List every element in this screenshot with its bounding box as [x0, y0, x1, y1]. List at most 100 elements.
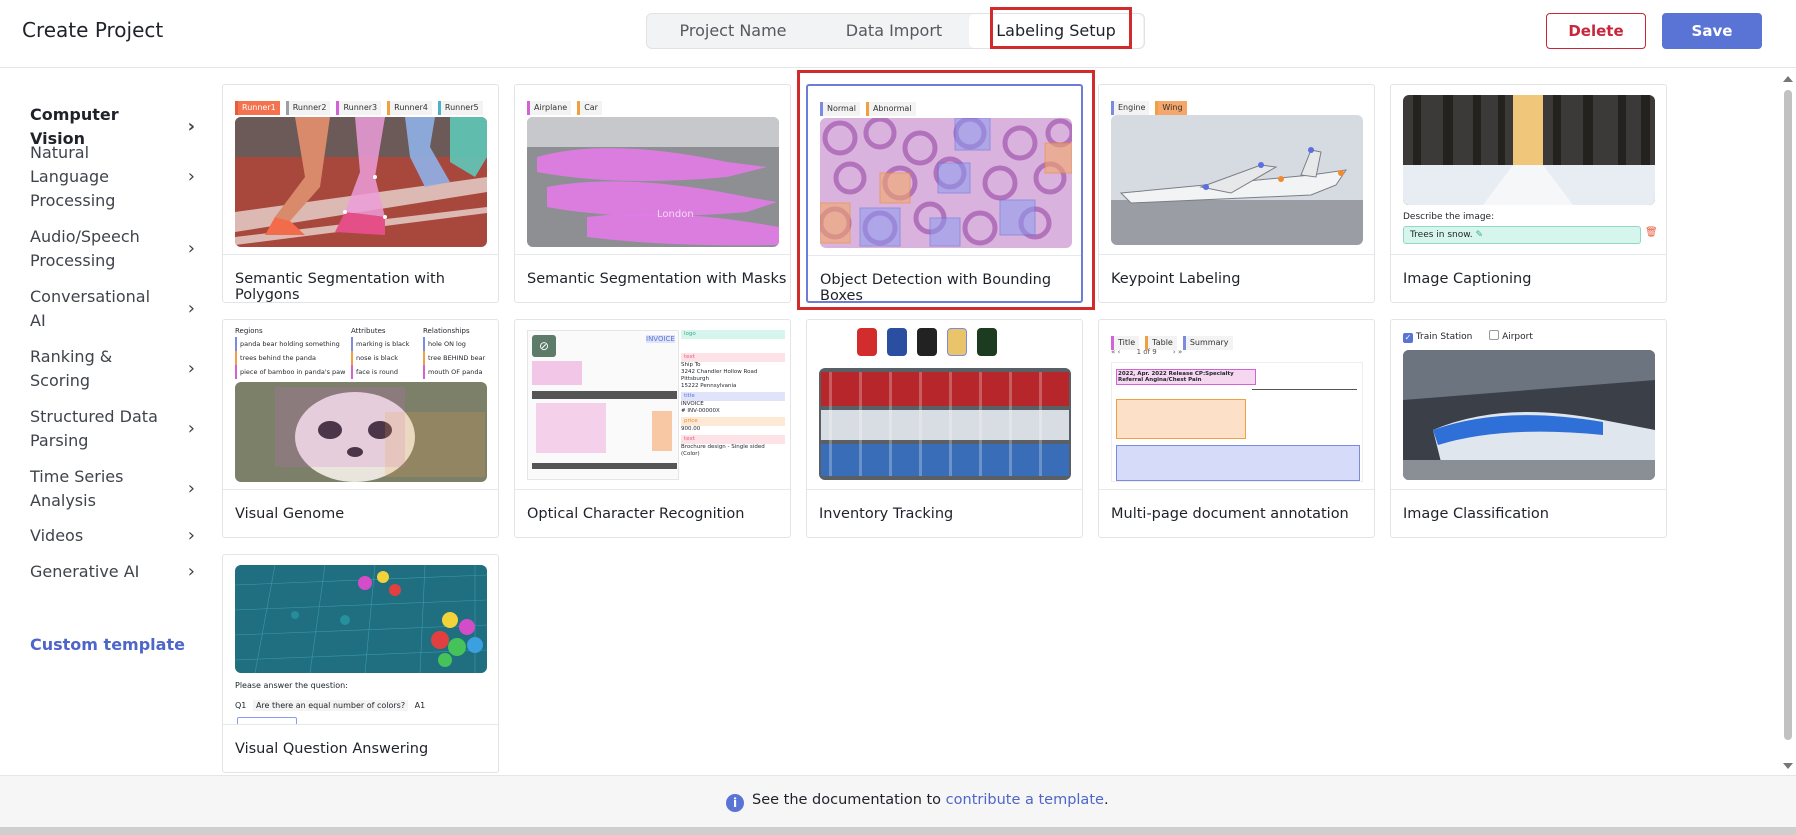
field-tag: text	[681, 435, 785, 444]
tab-labeling-setup[interactable]: Labeling Setup	[969, 14, 1143, 48]
header: Create Project Project Name Data Import …	[0, 0, 1796, 68]
pager[interactable]: « ‹ 1 of 9 › »	[1111, 348, 1182, 356]
caption-text: Trees in snow.	[1410, 230, 1473, 240]
field-tag: price	[681, 417, 785, 426]
page-title: Create Project	[22, 18, 164, 42]
scroll-up-icon[interactable]	[1783, 76, 1793, 82]
vqa-prompt: Please answer the question:	[235, 681, 348, 690]
invoice-image: ⊘ INVOICE	[527, 330, 679, 480]
card-preview: Describe the image: Trees in snow. ✎ 🗑	[1391, 85, 1666, 255]
tab-data-import[interactable]: Data Import	[819, 14, 969, 48]
genome-col-attributes: Attributes	[351, 327, 386, 335]
card-preview: Please answer the question: Q1 Are there…	[223, 555, 498, 725]
sidebar-item-ranking[interactable]: Ranking & Scoring ›	[30, 345, 195, 393]
label-chip: Runner4	[387, 101, 432, 115]
list-item: # INV-00000X	[681, 408, 720, 414]
template-card-keypoint[interactable]: Engine Wing Keypoint Labeling	[1098, 84, 1375, 303]
doc-title: 2022, Apr. 2022 Release CP:Specialty Ref…	[1116, 369, 1256, 385]
prev-page-icon[interactable]: ‹	[1118, 348, 1121, 356]
template-card-polygons[interactable]: Runner1 Runner2 Runner3 Runner4 Runner5 Sema…	[222, 84, 499, 303]
chevron-right-icon: ›	[187, 238, 195, 259]
footer-text: See the documentation to	[752, 792, 946, 808]
chevron-right-icon: ›	[187, 418, 195, 439]
list-item: hole ON log	[423, 337, 485, 351]
template-card-inventory[interactable]: Inventory Tracking	[806, 319, 1083, 538]
card-title: Visual Question Answering	[235, 741, 429, 757]
list-item: Ship To	[681, 362, 701, 368]
answer-input[interactable]	[237, 716, 297, 724]
sidebar-item-label: Audio/Speech Processing	[30, 227, 140, 270]
genome-col-regions: Regions	[235, 327, 263, 335]
contribute-template-link[interactable]: contribute a template	[946, 792, 1104, 808]
chevron-right-icon: ›	[187, 166, 195, 187]
card-title: Optical Character Recognition	[527, 506, 745, 522]
template-card-ocr[interactable]: ⊘ INVOICE logo text Ship To 3242 Chandle…	[514, 319, 791, 538]
shelf-image	[819, 368, 1071, 480]
template-card-bounding-boxes[interactable]: Normal Abnormal Object Detection with Bo…	[806, 84, 1083, 304]
first-page-icon[interactable]: «	[1111, 348, 1115, 356]
card-preview: ✓ Train Station Airport	[1391, 320, 1666, 490]
template-card-multipage[interactable]: Title Table Summary « ‹ 1 of 9 › » 2022, A…	[1098, 319, 1375, 538]
list-item: face is round	[351, 365, 409, 379]
next-page-icon[interactable]: ›	[1173, 348, 1176, 356]
list-item: mouth OF panda	[423, 365, 485, 379]
checkbox-train-station[interactable]: ✓	[1403, 333, 1413, 343]
card-title: Multi-page document annotation	[1111, 506, 1349, 522]
pencil-icon: ✎	[1475, 230, 1484, 240]
invoice-word: INVOICE	[646, 335, 675, 343]
sidebar-item-structured-data[interactable]: Structured Data Parsing ›	[30, 405, 195, 453]
spheres-image	[235, 565, 487, 673]
sidebar-item-conversational-ai[interactable]: Conversational AI ›	[30, 285, 195, 333]
card-title: Keypoint Labeling	[1111, 271, 1241, 287]
label-chips: Title Table Summary	[1111, 330, 1239, 350]
sidebar-item-nlp[interactable]: Natural Language Processing ›	[30, 141, 195, 213]
card-title: Object Detection with Bounding Boxes	[820, 272, 1052, 304]
label-chip: Engine	[1111, 101, 1150, 115]
card-preview: Regions Attributes Relationships panda b…	[223, 320, 498, 490]
sidebar-item-generative-ai[interactable]: Generative AI ›	[30, 560, 195, 584]
question-label: Q1	[235, 701, 247, 710]
tab-project-name[interactable]: Project Name	[647, 14, 819, 48]
checkbox-airport[interactable]	[1489, 330, 1500, 340]
jet-image	[1111, 115, 1363, 245]
blood-cells-image	[820, 118, 1072, 248]
card-preview: Normal Abnormal	[808, 86, 1081, 256]
attributes-list: marking is black nose is black face is r…	[351, 337, 409, 379]
vqa-question-row: Q1 Are there an equal number of colors? …	[235, 697, 487, 724]
scroll-thumb[interactable]	[1784, 90, 1792, 740]
template-card-vqa[interactable]: Please answer the question: Q1 Are there…	[222, 554, 499, 773]
label-chip: Runner5	[437, 101, 483, 115]
document-page: 2022, Apr. 2022 Release CP:Specialty Ref…	[1111, 362, 1363, 482]
sidebar-item-label: Natural Language Processing	[30, 143, 116, 210]
delete-button[interactable]: Delete	[1546, 13, 1646, 49]
chevron-right-icon: ›	[187, 478, 195, 499]
template-card-masks[interactable]: Airplane Car London Semantic Segmentation…	[514, 84, 791, 303]
train-station-image	[1403, 350, 1655, 480]
card-preview: Runner1 Runner2 Runner3 Runner4 Runner5	[223, 85, 498, 255]
scroll-down-icon[interactable]	[1783, 763, 1793, 769]
footer-suffix: .	[1103, 792, 1109, 808]
template-card-visual-genome[interactable]: Regions Attributes Relationships panda b…	[222, 319, 499, 538]
label-chip: Runner3	[336, 101, 382, 115]
template-card-classification[interactable]: ✓ Train Station Airport Image Classifica…	[1390, 319, 1667, 538]
option-label: Train Station	[1415, 332, 1473, 342]
custom-template-link[interactable]: Custom template	[30, 635, 185, 654]
sidebar-item-time-series[interactable]: Time Series Analysis ›	[30, 465, 195, 513]
info-icon: i	[726, 794, 744, 812]
label-chip: Wing	[1155, 101, 1187, 115]
regions-list: panda bear holding something trees behin…	[235, 337, 345, 379]
chevron-right-icon: ›	[187, 298, 195, 319]
list-item: nose is black	[351, 351, 409, 365]
label-chips: Normal Abnormal	[820, 96, 922, 116]
card-title: Visual Genome	[235, 506, 345, 522]
vertical-scrollbar[interactable]	[1780, 70, 1796, 775]
list-item: 15222 Pennsylvania	[681, 383, 737, 389]
save-button[interactable]: Save	[1662, 13, 1762, 49]
card-preview: Title Table Summary « ‹ 1 of 9 › » 2022, A…	[1099, 320, 1374, 490]
template-card-captioning[interactable]: Describe the image: Trees in snow. ✎ 🗑 I…	[1390, 84, 1667, 303]
sidebar-item-audio[interactable]: Audio/Speech Processing ›	[30, 225, 195, 273]
last-page-icon[interactable]: »	[1178, 348, 1182, 356]
sidebar-item-videos[interactable]: Videos ›	[30, 524, 195, 548]
sidebar-item-label: Ranking & Scoring	[30, 347, 113, 390]
list-item: panda bear holding something	[235, 337, 345, 351]
